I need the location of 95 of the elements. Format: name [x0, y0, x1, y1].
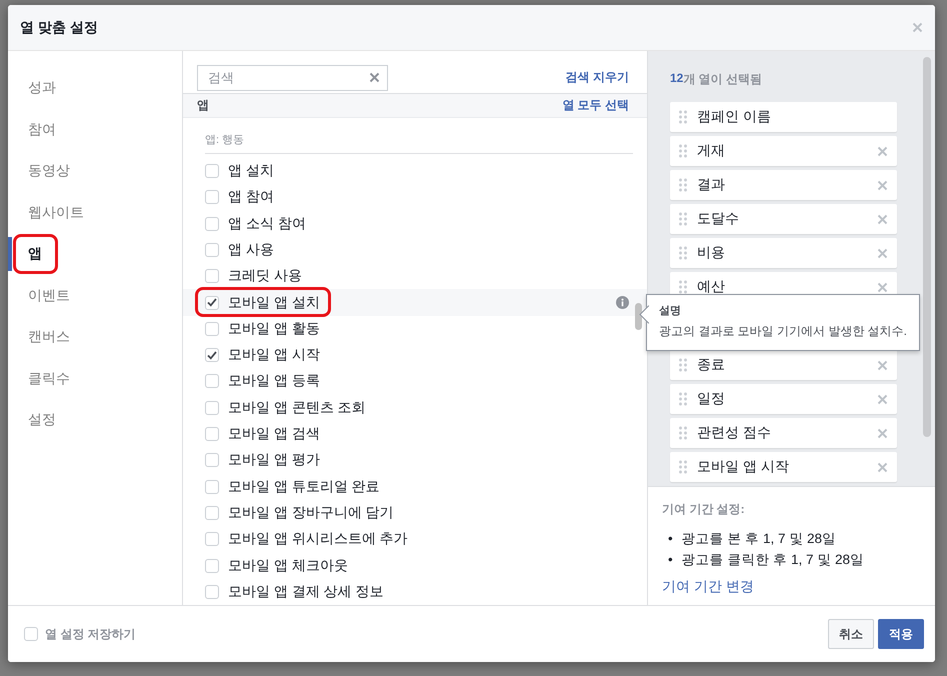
checkbox[interactable]: [205, 296, 219, 310]
subsection-title: 앱: 행동: [205, 132, 633, 154]
remove-icon[interactable]: [877, 248, 888, 258]
remove-icon[interactable]: [877, 462, 888, 472]
option-label[interactable]: 앱 참여: [228, 188, 274, 206]
selected-column-card[interactable]: 종료: [670, 350, 897, 380]
tooltip-title: 설명: [659, 304, 682, 319]
drag-handle-icon[interactable]: [679, 144, 687, 158]
remove-icon[interactable]: [877, 394, 888, 404]
drag-handle-icon[interactable]: [679, 110, 687, 124]
drag-handle-icon[interactable]: [679, 246, 687, 260]
attribution-item: 광고를 클릭한 후 1, 7 및 28일: [682, 551, 864, 569]
scrollbar-thumb[interactable]: [923, 57, 931, 437]
option-label[interactable]: 앱 소식 참여: [228, 214, 306, 233]
option-label[interactable]: 모바일 앱 체크아웃: [228, 556, 348, 575]
checkbox[interactable]: [205, 348, 219, 362]
checkbox[interactable]: [205, 453, 219, 468]
sidebar-item[interactable]: 동영상: [8, 150, 182, 192]
checkbox[interactable]: [205, 269, 219, 284]
drag-handle-icon[interactable]: [679, 280, 687, 294]
selected-column-card[interactable]: 도달수: [670, 204, 897, 234]
drag-handle-icon[interactable]: [679, 178, 687, 192]
checkbox[interactable]: [205, 216, 219, 231]
attribution-title: 기여 기간 설정:: [662, 501, 746, 518]
selected-column-card[interactable]: 결과: [670, 170, 897, 200]
selected-count: 12: [670, 71, 684, 87]
checkbox[interactable]: [205, 480, 219, 494]
option-label[interactable]: 모바일 앱 활동: [228, 320, 320, 338]
remove-icon[interactable]: [877, 180, 888, 190]
drag-handle-icon[interactable]: [679, 212, 687, 226]
remove-icon[interactable]: [877, 146, 888, 156]
cancel-button[interactable]: 취소: [828, 619, 874, 649]
option-label[interactable]: 모바일 앱 검색: [228, 425, 320, 444]
drag-handle-icon[interactable]: [679, 426, 687, 440]
close-icon[interactable]: [912, 22, 923, 33]
option-label[interactable]: 크레딧 사용: [228, 267, 302, 286]
search-field[interactable]: 검색: [197, 64, 388, 91]
option-label[interactable]: 모바일 앱 시작: [228, 346, 320, 364]
checkbox[interactable]: [205, 506, 219, 520]
drag-handle-icon[interactable]: [679, 460, 687, 474]
selected-column-card[interactable]: 캠페인 이름: [670, 102, 897, 132]
apply-button[interactable]: 적용: [878, 619, 924, 649]
checkbox[interactable]: [24, 627, 38, 641]
sidebar-item[interactable]: 앱: [8, 233, 182, 274]
option-label[interactable]: 앱 사용: [228, 240, 274, 259]
attribution-item: 광고를 본 후 1, 7 및 28일: [682, 530, 836, 548]
checkbox[interactable]: [205, 532, 219, 546]
tooltip-text: 광고의 결과로 모바일 기기에서 발생한 설치수.: [659, 323, 908, 340]
checkbox[interactable]: [205, 558, 219, 573]
option-label[interactable]: 모바일 앱 콘텐츠 조회: [228, 398, 366, 417]
remove-icon[interactable]: [877, 360, 888, 370]
checkbox[interactable]: [205, 322, 219, 336]
selected-column-card[interactable]: 일정: [670, 384, 897, 414]
drag-handle-icon[interactable]: [679, 358, 687, 372]
remove-icon[interactable]: [877, 428, 888, 438]
clear-icon[interactable]: [369, 72, 380, 83]
remove-icon[interactable]: [877, 282, 888, 292]
bullet-marker: •: [668, 551, 673, 569]
selected-column-card[interactable]: 게재: [670, 136, 897, 166]
checkbox[interactable]: [205, 242, 219, 257]
selected-column-card[interactable]: 모바일 앱 시작: [670, 452, 897, 482]
sidebar-item[interactable]: 클릭수: [8, 358, 182, 399]
dialog-title: 열 맞춤 설정: [20, 18, 98, 36]
option-label[interactable]: 모바일 앱 등록: [228, 372, 320, 390]
checkbox[interactable]: [205, 400, 219, 415]
selected-label: 개 열이 선택됨: [683, 71, 762, 88]
sidebar-item[interactable]: 웹사이트: [8, 192, 182, 233]
checkbox[interactable]: [205, 374, 219, 388]
option-label[interactable]: 모바일 앱 위시리스트에 추가: [228, 530, 408, 548]
option-label[interactable]: 모바일 앱 평가: [228, 451, 320, 470]
selected-column-card[interactable]: 비용: [670, 238, 897, 268]
checkbox[interactable]: [205, 427, 219, 442]
option-label[interactable]: 모바일 앱 설치: [228, 294, 320, 312]
sidebar-item[interactable]: 설정: [8, 399, 182, 440]
remove-icon[interactable]: [877, 214, 888, 224]
scrollbar-thumb[interactable]: [635, 303, 642, 330]
checkbox[interactable]: [205, 190, 219, 204]
drag-handle-icon[interactable]: [679, 392, 687, 406]
option-label[interactable]: 앱 설치: [228, 162, 274, 180]
info-icon[interactable]: [616, 296, 629, 310]
checkbox[interactable]: [205, 164, 219, 178]
sidebar-item[interactable]: 참여: [8, 108, 182, 150]
change-attribution-link[interactable]: 기여 기간 변경: [662, 578, 754, 596]
sidebar-item[interactable]: 이벤트: [8, 274, 182, 316]
select-all-link[interactable]: 열 모두 선택: [562, 96, 629, 114]
selected-column-card[interactable]: 관련성 점수: [670, 418, 897, 448]
sidebar-item[interactable]: 성과: [8, 67, 182, 108]
option-label[interactable]: 모바일 앱 결제 상세 정보: [228, 582, 384, 601]
option-label[interactable]: 모바일 앱 튜토리얼 완료: [228, 478, 380, 496]
section-title: 앱: [197, 96, 209, 114]
checkbox[interactable]: [205, 584, 219, 599]
sidebar-item[interactable]: 캔버스: [8, 316, 182, 358]
bullet-marker: •: [668, 530, 673, 548]
option-label[interactable]: 모바일 앱 장바구니에 담기: [228, 504, 394, 522]
clear-search-link[interactable]: 검색 지우기: [566, 69, 629, 86]
